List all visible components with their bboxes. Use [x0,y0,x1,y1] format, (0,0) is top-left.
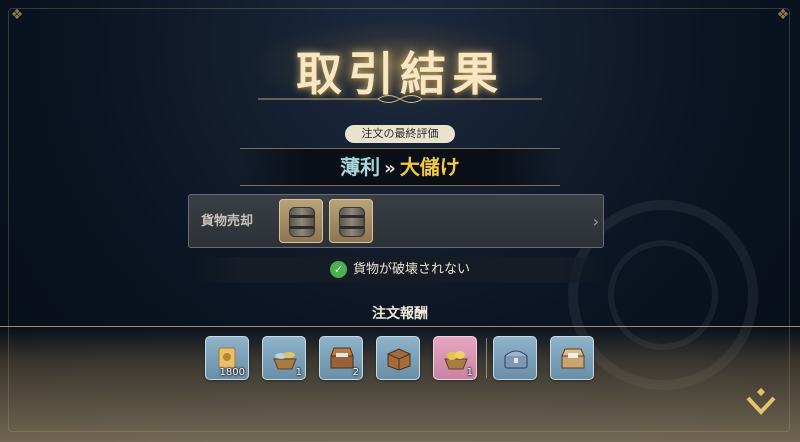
check-icon: ✓ [329,261,347,278]
reward-count: 1 [466,367,473,378]
corner-ornament-icon: ❖ [776,7,790,23]
next-button[interactable] [742,384,780,422]
cargo-status-text: 貨物が破壊されない [352,262,470,277]
reward-item[interactable] [376,336,420,380]
silver-chest-icon [504,350,528,369]
cargo-item[interactable] [279,199,323,243]
reward-item[interactable]: 1 [262,336,306,380]
cargo-sale-label: 貨物売却 [201,214,254,229]
treasure-chest-icon [561,348,585,369]
title-ornament-icon [258,95,542,103]
reward-item[interactable] [493,336,537,380]
reward-item[interactable] [550,336,594,380]
chevron-right-icon: › [592,212,599,231]
reward-count: 2 [352,367,359,378]
cargo-sale-panel[interactable]: 貨物売却 › [188,194,604,248]
reward-count: 1 [295,367,302,378]
reward-item[interactable]: 2 [319,336,363,380]
evaluation-result: 薄利» 大儲け [240,148,560,186]
corner-ornament-icon: ❖ [10,7,24,23]
wooden-crate-icon [387,348,411,371]
evaluation-label: 注文の最終評価 [345,125,455,143]
evaluation-arrow: » [384,158,396,179]
evaluation-from: 薄利 [340,155,381,179]
reward-count: 1800 [219,367,245,378]
barrel-icon [339,207,365,237]
reward-item[interactable]: 1800 [205,336,249,380]
barrel-icon [289,207,315,237]
rewards-divider [486,338,487,378]
cargo-item[interactable] [329,199,373,243]
reward-item[interactable]: 1 [433,336,477,380]
chevron-down-icon [746,388,776,415]
evaluation-to: 大儲け [399,155,460,179]
cargo-status: ✓ 貨物が破壊されない [190,257,610,283]
rewards-title: 注文報酬 [372,306,428,322]
